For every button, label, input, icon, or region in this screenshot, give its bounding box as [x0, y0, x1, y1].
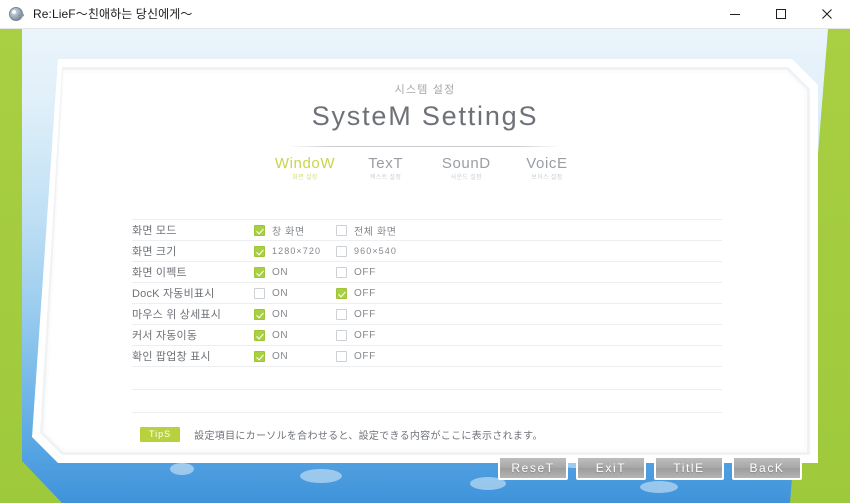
exit-button[interactable]: ExiT: [576, 456, 646, 480]
setting-option-b[interactable]: OFF: [336, 266, 376, 278]
setting-option-b[interactable]: 960×540: [336, 245, 397, 257]
close-icon: [822, 9, 832, 19]
checkbox-icon[interactable]: [336, 350, 347, 362]
setting-option-a[interactable]: ON: [254, 287, 336, 299]
setting-option-b[interactable]: OFF: [336, 329, 376, 341]
settings-table: 화면 모드 창 화면 전체 화면 화면 크기 1280×720 960×540 …: [132, 219, 722, 413]
minimize-button[interactable]: [712, 0, 758, 29]
maximize-button[interactable]: [758, 0, 804, 29]
setting-option-b-label: OFF: [354, 350, 376, 362]
setting-option-b-label: OFF: [354, 266, 376, 278]
tips-text: 設定項目にカーソルを合わせると、設定できる内容がここに表示されます。: [194, 431, 543, 442]
back-button[interactable]: BacK: [732, 456, 802, 480]
checkbox-icon[interactable]: [336, 266, 347, 278]
tab-text-sublabel: 텍스트 설정: [370, 175, 402, 181]
header-divider: [288, 146, 560, 147]
tab-window[interactable]: WindoW 화면 설정: [270, 155, 340, 183]
game-canvas: 시스템 설정 SysteM SettingS WindoW 화면 설정 TexT…: [0, 29, 850, 503]
checkbox-icon[interactable]: [254, 266, 265, 278]
setting-option-a[interactable]: ON: [254, 266, 336, 278]
setting-option-a-label: ON: [272, 329, 289, 341]
checkbox-icon[interactable]: [254, 245, 265, 257]
table-row: 화면 모드 창 화면 전체 화면: [132, 219, 722, 241]
checkbox-icon[interactable]: [254, 308, 265, 320]
reset-button[interactable]: ReseT: [498, 456, 568, 480]
tab-text[interactable]: TexT 텍스트 설정: [351, 155, 421, 183]
setting-label: DocK 자동비표시: [132, 288, 215, 300]
checkbox-icon[interactable]: [336, 308, 347, 320]
app-window: Re:LieF～친애하는 당신에게～ 시스템 설정 SysteM Setting…: [0, 0, 850, 503]
checkbox-icon[interactable]: [254, 329, 265, 341]
setting-option-b[interactable]: OFF: [336, 350, 376, 362]
setting-option-a-label: 창 화면: [272, 226, 305, 238]
setting-option-b-label: 전체 화면: [354, 226, 397, 238]
checkbox-icon[interactable]: [254, 224, 265, 236]
page-header: 시스템 설정 SysteM SettingS: [46, 81, 804, 133]
setting-label: 화면 이펙트: [132, 267, 187, 279]
setting-option-b-label: OFF: [354, 308, 376, 320]
window-titlebar: Re:LieF～친애하는 당신에게～: [0, 0, 850, 29]
setting-option-a[interactable]: ON: [254, 308, 336, 320]
tab-sound-label: SounD: [441, 155, 491, 172]
setting-option-b-label: 960×540: [354, 246, 397, 256]
setting-option-b-label: OFF: [354, 329, 376, 341]
setting-option-b[interactable]: 전체 화면: [336, 223, 397, 238]
setting-option-a[interactable]: ON: [254, 350, 336, 362]
tab-voice-sublabel: 보이스 설정: [531, 175, 563, 181]
setting-option-b[interactable]: OFF: [336, 287, 376, 299]
page-title: SysteM SettingS: [311, 101, 539, 131]
checkbox-icon[interactable]: [336, 287, 347, 299]
table-row: 화면 크기 1280×720 960×540: [132, 241, 722, 262]
window-title: Re:LieF～친애하는 당신에게～: [33, 6, 193, 21]
tab-sound-sublabel: 사운드 설정: [450, 175, 482, 181]
checkbox-icon[interactable]: [254, 287, 265, 299]
tab-window-label: WindoW: [274, 155, 336, 172]
table-row-empty: [132, 390, 722, 413]
setting-option-b-label: OFF: [354, 287, 376, 299]
close-button[interactable]: [804, 0, 850, 29]
setting-option-a-label: ON: [272, 350, 289, 362]
setting-label: 화면 크기: [132, 246, 177, 258]
checkbox-icon[interactable]: [254, 350, 265, 362]
tips-badge: TipS: [140, 427, 181, 442]
table-row-empty: [132, 367, 722, 390]
table-row: 마우스 위 상세표시 ON OFF: [132, 304, 722, 325]
setting-option-a-label: ON: [272, 308, 289, 320]
setting-option-a[interactable]: 창 화면: [254, 223, 336, 238]
minimize-icon: [730, 14, 740, 15]
tips-bar: TipS 設定項目にカーソルを合わせると、設定できる内容がここに表示されます。: [140, 427, 543, 442]
table-row: 화면 이펙트 ON OFF: [132, 262, 722, 283]
footer-buttons: ReseT ExiT TitlE BacK: [498, 456, 802, 480]
app-icon: [9, 6, 25, 22]
setting-label: 커서 자동이동: [132, 330, 198, 342]
setting-label: 마우스 위 상세표시: [132, 309, 222, 321]
checkbox-icon[interactable]: [336, 245, 347, 257]
setting-option-a-label: ON: [272, 266, 289, 278]
setting-option-a[interactable]: ON: [254, 329, 336, 341]
cloud-decoration: [640, 481, 678, 493]
title-button[interactable]: TitlE: [654, 456, 724, 480]
page-subtitle: 시스템 설정: [394, 84, 456, 96]
table-row: DocK 자동비표시 ON OFF: [132, 283, 722, 304]
tab-voice-label: VoicE: [526, 155, 568, 172]
setting-label: 확인 팝업창 표시: [132, 351, 211, 363]
table-row: 확인 팝업창 표시 ON OFF: [132, 346, 722, 367]
tab-voice[interactable]: VoicE 보이스 설정: [512, 155, 582, 183]
checkbox-icon[interactable]: [336, 329, 347, 341]
setting-label: 화면 모드: [132, 225, 177, 237]
setting-option-b[interactable]: OFF: [336, 308, 376, 320]
checkbox-icon[interactable]: [336, 224, 347, 236]
setting-option-a-label: 1280×720: [272, 246, 322, 256]
tab-window-sublabel: 화면 설정: [292, 175, 318, 181]
table-row: 커서 자동이동 ON OFF: [132, 325, 722, 346]
tab-sound[interactable]: SounD 사운드 설정: [431, 155, 501, 183]
setting-option-a-label: ON: [272, 287, 289, 299]
tab-text-label: TexT: [368, 155, 404, 172]
cloud-decoration: [170, 463, 194, 475]
setting-option-a[interactable]: 1280×720: [254, 245, 336, 257]
settings-tabs: WindoW 화면 설정 TexT 텍스트 설정 SounD 사운드 설정 Vo…: [270, 155, 582, 183]
maximize-icon: [776, 9, 786, 19]
cloud-decoration: [300, 469, 342, 483]
